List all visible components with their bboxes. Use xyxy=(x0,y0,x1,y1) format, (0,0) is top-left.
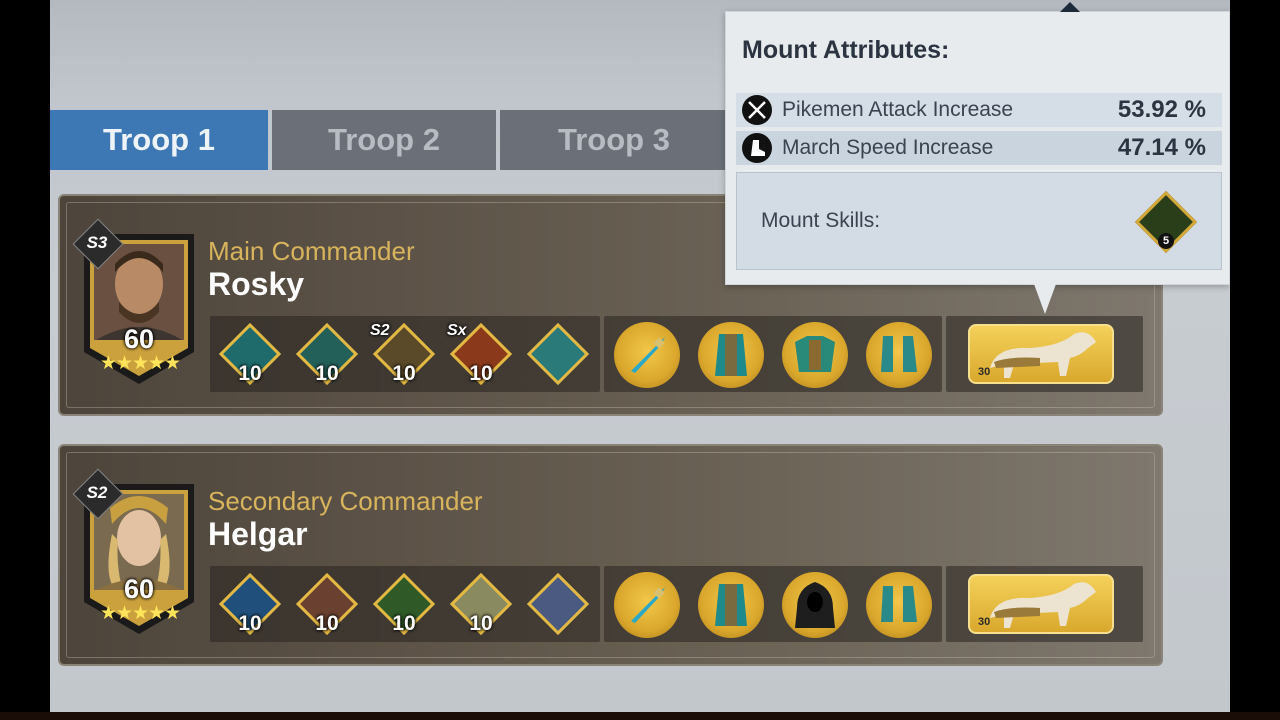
commander-slots: 10 10 10 10 30 xyxy=(210,566,1145,642)
mount-skill-level: 5 xyxy=(1158,233,1174,249)
attribute-label: March Speed Increase xyxy=(782,136,994,159)
skill-level: 10 xyxy=(238,362,262,385)
skill-icon xyxy=(526,322,590,386)
skill-slot[interactable]: Sx 10 xyxy=(447,322,513,386)
mount-level: 30 xyxy=(978,366,991,378)
crossed-spears-icon xyxy=(742,95,772,125)
skill-slot[interactable]: 10 xyxy=(372,572,436,636)
skill-level: 10 xyxy=(392,612,416,635)
attribute-value: 47.14 % xyxy=(1117,134,1206,161)
skill-season-badge: S2 xyxy=(370,322,390,339)
mount-card[interactable]: 30 xyxy=(968,574,1114,634)
skill-level: 10 xyxy=(469,362,493,385)
mount-card[interactable]: 30 xyxy=(968,324,1114,384)
hood-cloak-icon[interactable] xyxy=(782,572,848,638)
skill-slot[interactable] xyxy=(526,322,590,386)
season-label: S2 xyxy=(86,483,108,502)
skill-slot[interactable]: S2 10 xyxy=(370,322,436,386)
skill-slots: 10 10 S2 10 Sx 10 xyxy=(210,316,600,392)
attribute-value: 53.92 % xyxy=(1117,96,1206,123)
bottom-strip xyxy=(0,712,1280,720)
tab-troop-3[interactable]: Troop 3 xyxy=(500,110,728,170)
attribute-row-march-speed: March Speed Increase 47.14 % xyxy=(736,131,1222,165)
chest-armor-icon[interactable] xyxy=(782,322,848,388)
skill-level: 10 xyxy=(315,612,339,635)
tab-troop-2[interactable]: Troop 2 xyxy=(272,110,496,170)
skill-slot[interactable]: 10 xyxy=(449,572,513,636)
commander-level: 60 xyxy=(123,574,155,604)
skill-slot[interactable]: 10 xyxy=(218,322,282,386)
spear-icon[interactable] xyxy=(614,572,680,638)
skill-icon xyxy=(526,572,590,636)
mount-slot: 30 xyxy=(946,566,1143,642)
skill-level: 10 xyxy=(469,612,493,635)
spear-icon[interactable] xyxy=(614,322,680,388)
commander-level: 60 xyxy=(123,324,155,354)
commander-role: Secondary Commander xyxy=(208,486,483,516)
mount-skills-label: Mount Skills: xyxy=(761,209,881,232)
skill-level: 10 xyxy=(315,362,339,385)
season-label: S3 xyxy=(86,233,108,252)
armor-cape-icon[interactable] xyxy=(698,322,764,388)
commander-slots: 10 10 S2 10 Sx 10 30 xyxy=(210,316,1145,392)
mount-skill-icon[interactable]: 5 xyxy=(1134,190,1198,254)
armor-cape-icon[interactable] xyxy=(698,572,764,638)
skill-level: 10 xyxy=(392,362,416,385)
star-rating: ★★★★★ xyxy=(99,603,181,624)
speed-boot-icon xyxy=(742,133,772,163)
skill-slot[interactable] xyxy=(526,572,590,636)
skill-slots: 10 10 10 10 xyxy=(210,566,600,642)
commander-name: Rosky xyxy=(208,266,305,302)
attribute-label: Pikemen Attack Increase xyxy=(782,98,1014,121)
skill-slot[interactable]: 10 xyxy=(295,322,359,386)
skill-slot[interactable]: 10 xyxy=(295,572,359,636)
equipment-slots xyxy=(604,316,942,392)
secondary-commander-panel: S2 60 ★★★★★ Secondary Commander Helgar 1… xyxy=(58,444,1163,666)
skill-season-badge: Sx xyxy=(447,322,467,339)
skill-level: 10 xyxy=(238,612,262,635)
commander-name: Helgar xyxy=(208,516,308,552)
boots-icon[interactable] xyxy=(866,572,932,638)
tooltip-title: Mount Attributes: xyxy=(742,36,950,64)
tab-troop-1[interactable]: Troop 1 xyxy=(50,110,268,170)
attribute-row-pikemen-attack: Pikemen Attack Increase 53.92 % xyxy=(736,93,1222,127)
equipment-slots xyxy=(604,566,942,642)
boots-icon[interactable] xyxy=(866,322,932,388)
skill-slot[interactable]: 10 xyxy=(218,572,282,636)
tooltip-top-marker xyxy=(1060,2,1080,12)
mount-slot: 30 xyxy=(946,316,1143,392)
commander-role: Main Commander xyxy=(208,236,415,266)
mount-skills-box: Mount Skills: 5 xyxy=(736,172,1222,270)
troop-tabs: Troop 1 Troop 2 Troop 3 xyxy=(50,110,750,170)
mount-attributes-tooltip: Mount Attributes: Pikemen Attack Increas… xyxy=(725,2,1230,285)
star-rating: ★★★★★ xyxy=(99,353,181,374)
tooltip-pointer xyxy=(1034,284,1056,314)
mount-level: 30 xyxy=(978,616,991,628)
